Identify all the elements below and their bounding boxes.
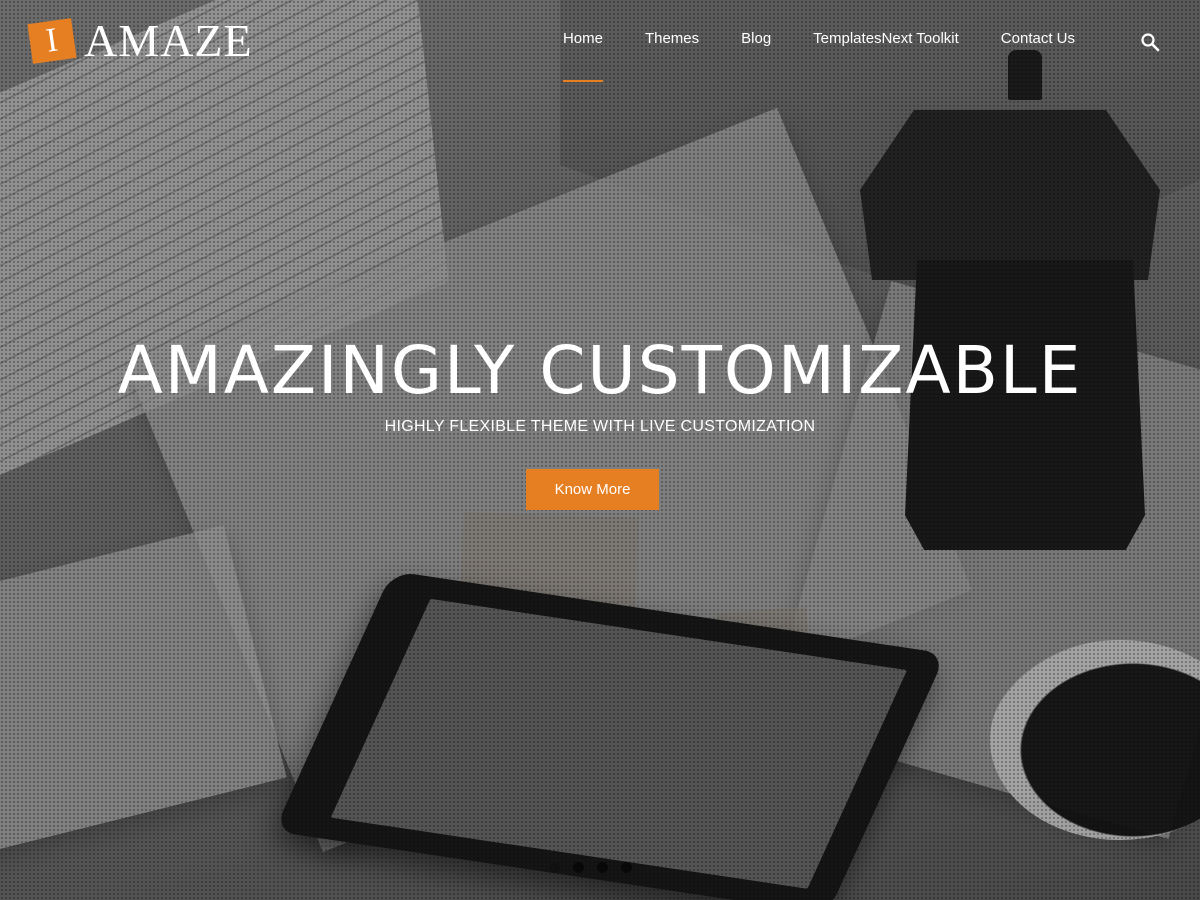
nav-item-home[interactable]: Home bbox=[542, 30, 624, 82]
dotted-overlay bbox=[0, 0, 1200, 900]
site-logo[interactable]: I AMAZE bbox=[27, 15, 253, 66]
hero-title: AMAZINGLY CUSTOMIZABLE bbox=[117, 332, 1083, 409]
slider-pagination bbox=[549, 862, 632, 873]
slider-dot[interactable] bbox=[597, 862, 608, 873]
logo-mark: I bbox=[27, 18, 77, 64]
site-header: I AMAZE Home Themes Blog TemplatesNext T… bbox=[0, 0, 1200, 85]
search-icon bbox=[1141, 33, 1160, 52]
nav-item-contact-us[interactable]: Contact Us bbox=[980, 30, 1096, 47]
logo-text: AMAZE bbox=[84, 15, 253, 66]
nav-item-themes[interactable]: Themes bbox=[624, 30, 720, 47]
know-more-button[interactable]: Know More bbox=[526, 469, 659, 510]
slider-dot[interactable] bbox=[621, 862, 632, 873]
main-nav: Home Themes Blog TemplatesNext Toolkit C… bbox=[542, 30, 1096, 82]
slider-dot[interactable] bbox=[549, 862, 560, 873]
nav-item-templatesnext-toolkit[interactable]: TemplatesNext Toolkit bbox=[792, 30, 980, 47]
hero-subtitle: HIGHLY FLEXIBLE THEME WITH LIVE CUSTOMIZ… bbox=[384, 418, 816, 435]
hero-slider: I AMAZE Home Themes Blog TemplatesNext T… bbox=[0, 0, 1200, 900]
search-button[interactable] bbox=[1140, 32, 1160, 52]
slider-dot[interactable] bbox=[573, 862, 584, 873]
nav-item-blog[interactable]: Blog bbox=[720, 30, 792, 47]
